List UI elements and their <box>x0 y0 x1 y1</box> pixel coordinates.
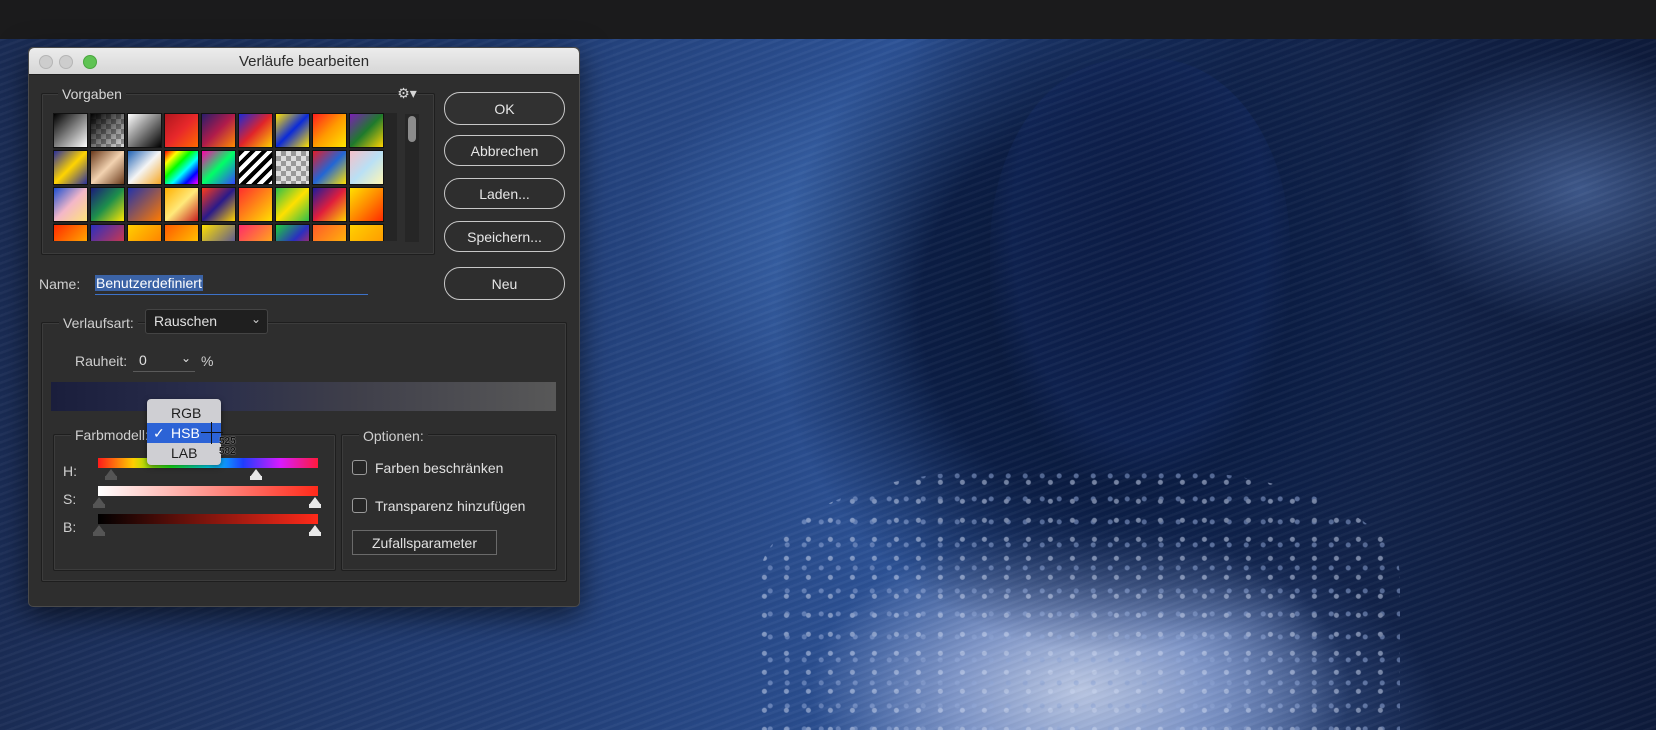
new-button[interactable]: Neu <box>444 267 565 300</box>
channel-b-label: B: <box>63 519 77 535</box>
presets-label: Vorgaben <box>58 86 126 102</box>
ok-button[interactable]: OK <box>444 92 565 125</box>
preset-swatch[interactable] <box>53 224 88 241</box>
preset-swatch[interactable] <box>127 224 162 241</box>
preset-swatch[interactable] <box>201 113 236 148</box>
restrict-colors-label[interactable]: Farben beschränken <box>375 460 503 476</box>
preset-swatch[interactable] <box>349 150 384 185</box>
randomize-button[interactable]: Zufallsparameter <box>352 530 497 555</box>
preset-swatch[interactable] <box>238 150 273 185</box>
hue-min-stop-base <box>105 476 117 480</box>
roughness-input[interactable]: 0 ⌄ <box>133 351 195 372</box>
menu-item-rgb[interactable]: RGB <box>147 403 221 423</box>
preset-swatch[interactable] <box>275 187 310 222</box>
cursor-readout-y: 582 <box>219 446 236 457</box>
preset-swatch[interactable] <box>349 187 384 222</box>
brightness-min-stop-base <box>93 532 105 536</box>
add-transparency-label[interactable]: Transparenz hinzufügen <box>375 498 525 514</box>
gear-icon[interactable]: ⚙▾ <box>397 85 417 101</box>
preset-swatch[interactable] <box>90 150 125 185</box>
options-label: Optionen: <box>359 428 428 444</box>
saturation-max-stop-base <box>309 504 321 508</box>
name-input-underline <box>95 294 368 295</box>
preset-swatch-grid[interactable] <box>53 113 397 241</box>
preset-swatch[interactable] <box>312 113 347 148</box>
gradient-preview-bar <box>51 382 556 411</box>
preset-swatch[interactable] <box>53 150 88 185</box>
preset-swatch[interactable] <box>53 113 88 148</box>
preset-swatch[interactable] <box>201 224 236 241</box>
preset-swatch[interactable] <box>90 113 125 148</box>
preset-swatch[interactable] <box>312 187 347 222</box>
roughness-label: Rauheit: <box>75 353 128 369</box>
roughness-unit: % <box>201 353 214 369</box>
gradient-type-select[interactable]: Rauschen ⌄ <box>145 309 268 334</box>
load-button[interactable]: Laden... <box>444 178 565 209</box>
preset-swatch[interactable] <box>238 187 273 222</box>
cursor-readout: 525 582 <box>219 437 236 457</box>
channel-h-label: H: <box>63 463 77 479</box>
menu-item-hsb-label: HSB <box>171 425 200 441</box>
app-top-bar <box>0 0 1656 39</box>
gradient-type-label: Verlaufsart: <box>59 315 138 331</box>
preset-swatch[interactable] <box>164 113 199 148</box>
brightness-range-bar[interactable] <box>98 514 318 524</box>
preset-swatch[interactable] <box>127 150 162 185</box>
preset-swatch[interactable] <box>127 113 162 148</box>
chevron-down-icon: ⌄ <box>250 312 261 326</box>
preset-swatch[interactable] <box>312 150 347 185</box>
dialog-title: Verläufe bearbeiten <box>238 53 370 70</box>
preset-swatch[interactable] <box>275 150 310 185</box>
menu-item-rgb-label: RGB <box>171 405 202 421</box>
save-button[interactable]: Speichern... <box>444 221 565 252</box>
preset-swatch[interactable] <box>164 224 199 241</box>
preset-swatch[interactable] <box>201 187 236 222</box>
cancel-button[interactable]: Abbrechen <box>444 135 565 166</box>
name-input[interactable]: Benutzerdefiniert <box>95 275 203 291</box>
name-label: Name: <box>39 276 81 292</box>
checkmark-icon: ✓ <box>153 425 165 441</box>
preset-swatch[interactable] <box>349 113 384 148</box>
gradient-editor-dialog: Verläufe bearbeiten Vorgaben ⚙▾ OK Abbre… <box>28 47 580 607</box>
add-transparency-checkbox[interactable] <box>352 498 367 513</box>
preset-swatch[interactable] <box>275 224 310 241</box>
preset-swatch[interactable] <box>275 113 310 148</box>
hue-max-stop-base <box>250 476 262 480</box>
presets-scrollbar-thumb[interactable] <box>408 116 416 142</box>
saturation-min-stop-base <box>93 504 105 508</box>
preset-swatch[interactable] <box>201 150 236 185</box>
presets-scrollbar[interactable] <box>405 114 419 242</box>
menu-item-lab-label: LAB <box>171 445 198 461</box>
color-model-label: Farbmodell: <box>71 427 153 443</box>
menu-item-lab[interactable]: LAB <box>147 443 221 463</box>
saturation-range-bar[interactable] <box>98 486 318 496</box>
preset-swatch[interactable] <box>164 187 199 222</box>
dialog-titlebar[interactable]: Verläufe bearbeiten <box>29 48 579 75</box>
preset-swatch[interactable] <box>90 224 125 241</box>
preset-swatch[interactable] <box>53 187 88 222</box>
preset-swatch[interactable] <box>312 224 347 241</box>
restrict-colors-checkbox[interactable] <box>352 460 367 475</box>
channel-s-label: S: <box>63 491 77 507</box>
preset-swatch[interactable] <box>90 187 125 222</box>
gradient-type-value: Rauschen <box>154 313 218 329</box>
roughness-value: 0 <box>139 352 147 368</box>
preset-swatch[interactable] <box>238 224 273 241</box>
preset-swatch[interactable] <box>127 187 162 222</box>
chevron-down-icon[interactable]: ⌄ <box>181 351 191 365</box>
preset-swatch[interactable] <box>349 224 384 241</box>
brightness-max-stop-base <box>309 532 321 536</box>
preset-swatch[interactable] <box>164 150 199 185</box>
preset-swatch[interactable] <box>238 113 273 148</box>
